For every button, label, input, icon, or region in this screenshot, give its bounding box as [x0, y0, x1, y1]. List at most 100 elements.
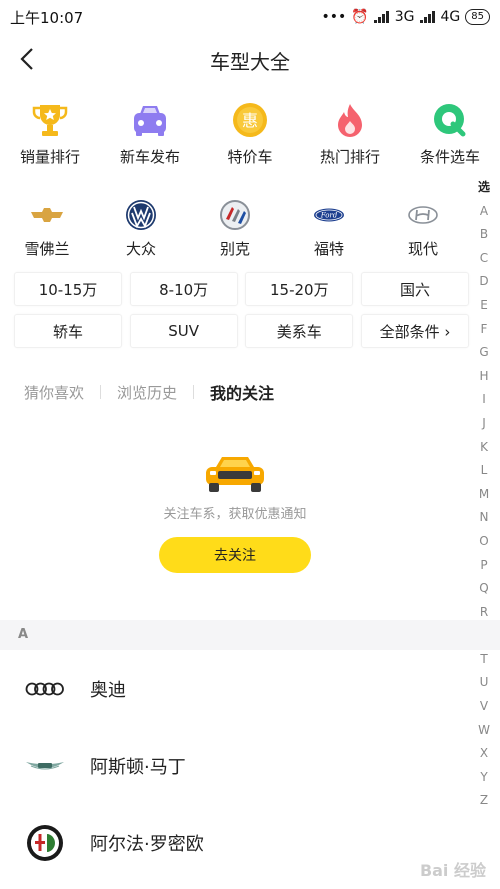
index-letter[interactable]: I [474, 388, 494, 412]
car-icon [130, 100, 170, 140]
category-label: 销量排行 [19, 148, 80, 166]
brand-hyundai[interactable]: 现代 [376, 198, 470, 259]
page-title: 车型大全 [210, 50, 290, 74]
brand-label: 大众 [125, 240, 156, 258]
category-hot-ranking[interactable]: 热门排行 [300, 100, 400, 167]
brand-label: 现代 [407, 240, 438, 258]
index-letter[interactable]: J [474, 412, 494, 436]
price-filter-row: 10-15万 8-10万 15-20万 国六 [14, 272, 469, 306]
index-letter[interactable]: P [474, 554, 494, 578]
status-bar: 上午10:07 ••• ⏰ 3G 4G 85 [0, 0, 500, 34]
index-letter[interactable]: F [474, 318, 494, 342]
brand-name: 奥迪 [90, 679, 126, 701]
brand-name: 阿尔法·罗密欧 [90, 833, 204, 855]
audi-logo-icon [24, 668, 66, 710]
status-indicators: ••• ⏰ 3G 4G 85 [322, 9, 490, 25]
index-letter[interactable]: O [474, 530, 494, 554]
category-label: 条件选车 [419, 148, 480, 166]
index-letter[interactable]: B [474, 223, 494, 247]
battery-icon: 85 [465, 9, 490, 25]
tab-divider [193, 385, 195, 399]
more-dots-icon: ••• [321, 9, 347, 25]
search-icon [430, 100, 470, 140]
brand-volkswagen[interactable]: 大众 [94, 198, 188, 259]
buick-logo-icon [188, 198, 282, 232]
alarm-icon: ⏰ [351, 9, 369, 25]
index-letter[interactable]: Y [474, 766, 494, 790]
signal-icon [373, 11, 390, 23]
tab-browse-history[interactable]: 浏览历史 [117, 382, 177, 403]
brand-list: 奥迪 阿斯顿·马丁 阿尔法·罗密欧 [0, 650, 470, 881]
all-conditions-chip[interactable]: 全部条件 › [360, 314, 469, 348]
car-front-icon [206, 457, 264, 492]
category-label: 热门排行 [319, 148, 380, 166]
empty-message: 关注车系，获取优惠通知 [163, 507, 307, 522]
filter-chip[interactable]: 15-20万 [245, 272, 354, 306]
alphabet-index[interactable]: 选ABCDEFGHIJKLMNOPQRSTUVWXYZ [474, 176, 494, 813]
tab-guess-you-like[interactable]: 猜你喜欢 [24, 382, 84, 403]
signal-icon [419, 11, 436, 23]
svg-text:Ford: Ford [320, 212, 338, 220]
section-header-a: A [0, 620, 500, 650]
brand-label: 福特 [313, 240, 344, 258]
car-models-page: 上午10:07 ••• ⏰ 3G 4G 85 车型大全 销量排行 新车发布 惠 … [0, 0, 500, 889]
ford-logo-icon: Ford [282, 198, 376, 232]
index-letter[interactable]: A [474, 200, 494, 224]
list-item[interactable]: 阿尔法·罗密欧 [0, 804, 470, 881]
flame-icon [330, 100, 370, 140]
index-letter[interactable]: V [474, 695, 494, 719]
category-filter-search[interactable]: 条件选车 [400, 100, 500, 167]
index-letter[interactable]: K [474, 436, 494, 460]
category-special-price[interactable]: 惠 特价车 [200, 100, 300, 167]
index-letter[interactable]: Q [474, 577, 494, 601]
discount-badge-icon: 惠 [230, 100, 270, 140]
list-item[interactable]: 奥迪 [0, 650, 470, 727]
tab-bar: 猜你喜欢 浏览历史 我的关注 [24, 380, 274, 404]
index-letter[interactable]: C [474, 247, 494, 271]
filter-chip[interactable]: 8-10万 [129, 272, 238, 306]
filter-chip[interactable]: 10-15万 [14, 272, 122, 306]
watermark: Bai 经验 [419, 861, 486, 880]
index-letter[interactable]: Z [474, 789, 494, 813]
aston-martin-logo-icon [24, 745, 66, 787]
filter-chip[interactable]: SUV [129, 314, 238, 348]
network-3g-label: 3G [394, 9, 415, 25]
brand-buick[interactable]: 别克 [188, 198, 282, 259]
filter-chip[interactable]: 轿车 [14, 314, 122, 348]
filter-chip[interactable]: 国六 [360, 272, 469, 306]
brand-name: 阿斯顿·马丁 [90, 756, 186, 778]
alfa-romeo-logo-icon [24, 822, 66, 864]
index-letter[interactable]: E [474, 294, 494, 318]
index-letter[interactable]: G [474, 341, 494, 365]
category-label: 特价车 [227, 148, 273, 166]
index-letter[interactable]: M [474, 483, 494, 507]
index-letter[interactable]: L [474, 459, 494, 483]
category-new-cars[interactable]: 新车发布 [100, 100, 200, 167]
index-letter[interactable]: D [474, 270, 494, 294]
index-letter[interactable]: 选 [474, 176, 494, 200]
category-sales-ranking[interactable]: 销量排行 [0, 100, 100, 167]
tab-my-follows[interactable]: 我的关注 [210, 380, 274, 404]
index-letter[interactable]: X [474, 742, 494, 766]
brand-ford[interactable]: Ford 福特 [282, 198, 376, 259]
status-time: 上午10:07 [10, 8, 84, 27]
svg-text:惠: 惠 [242, 111, 258, 130]
index-letter[interactable]: U [474, 671, 494, 695]
hyundai-logo-icon [376, 198, 470, 232]
index-letter[interactable]: W [474, 719, 494, 743]
trophy-icon [30, 100, 70, 140]
list-item[interactable]: 阿斯顿·马丁 [0, 727, 470, 804]
brand-label: 别克 [219, 240, 250, 258]
go-follow-button[interactable]: 去关注 [159, 537, 311, 573]
filter-chip[interactable]: 美系车 [245, 314, 354, 348]
index-letter[interactable]: T [474, 648, 494, 672]
index-letter[interactable]: N [474, 506, 494, 530]
type-filter-row: 轿车 SUV 美系车 全部条件 › [14, 314, 469, 348]
network-4g-label: 4G [440, 9, 461, 25]
index-letter[interactable]: H [474, 365, 494, 389]
brand-label: 雪佛兰 [24, 240, 70, 258]
app-header: 车型大全 [0, 38, 500, 82]
empty-follow-state: 关注车系，获取优惠通知 去关注 [0, 455, 470, 573]
volkswagen-logo-icon [94, 198, 188, 232]
brand-chevrolet[interactable]: 雪佛兰 [0, 198, 94, 259]
